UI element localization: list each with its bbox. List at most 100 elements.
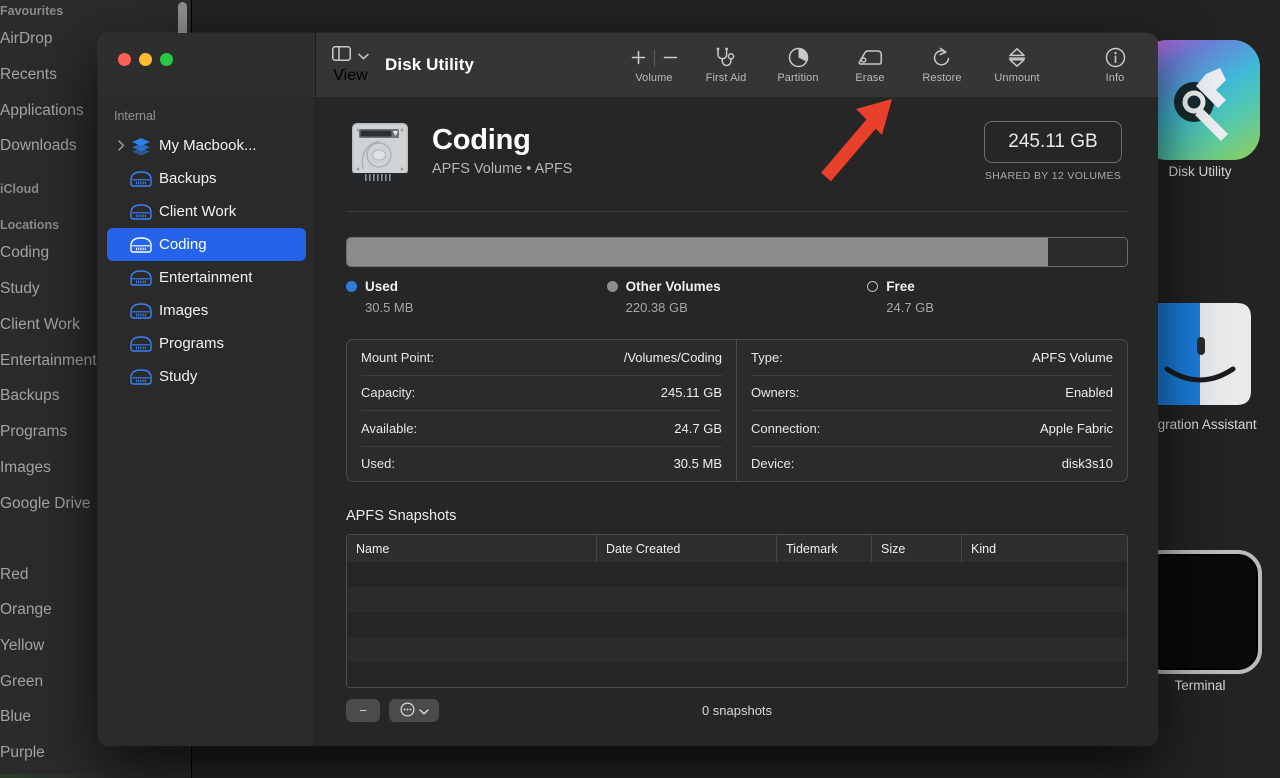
info-row-connection: Connection: Apple Fabric [751, 411, 1113, 447]
zoom-button[interactable] [160, 53, 173, 66]
info-key: Mount Point: [361, 349, 434, 365]
finder-section-favourites: Favourites [0, 4, 64, 18]
legend-item-used: Used 30.5 MB [346, 279, 607, 315]
finder-section-icloud: iCloud [0, 182, 39, 196]
info-row-available: Available: 24.7 GB [361, 411, 722, 447]
info-value: Apple Fabric [1040, 420, 1113, 436]
toolbar-button-first-aid[interactable]: First Aid [692, 47, 760, 84]
sidebar-item-label: Images [159, 302, 209, 319]
sidebar-item-my-macbook[interactable]: My Macbook... [107, 129, 306, 162]
sidebar-item-entertainment[interactable]: Entertainment [107, 261, 306, 294]
stethoscope-icon [715, 47, 737, 69]
sidebar-item-coding[interactable]: Coding [107, 228, 306, 261]
disk-utility-icon [1140, 40, 1260, 160]
info-row-type: Type: APFS Volume [751, 340, 1113, 376]
column-header-name[interactable]: Name [347, 535, 597, 562]
info-key: Owners: [751, 385, 800, 401]
pie-chart-icon [788, 47, 809, 69]
sidebar-item-study[interactable]: Study [107, 360, 306, 393]
minimize-button[interactable] [139, 53, 152, 66]
remove-snapshot-button[interactable]: − [346, 699, 380, 722]
snapshots-footer: − 0 snapshots [346, 699, 1128, 722]
table-row[interactable] [347, 562, 1127, 587]
legend-value: 24.7 GB [886, 300, 934, 315]
column-header-kind[interactable]: Kind [962, 535, 1127, 562]
info-value: Enabled [1065, 385, 1113, 401]
finder-section-locations: Locations [0, 218, 60, 232]
snapshots-table-header: Name Date Created Tidemark Size Kind [347, 535, 1127, 562]
toolbar-label-volume: Volume [635, 71, 673, 84]
volume-icon [128, 335, 154, 352]
screen: Favourites AirDrop Recents Applications … [0, 0, 1280, 778]
legend-value: 30.5 MB [365, 300, 414, 315]
legend-item-other-volumes: Other Volumes 220.38 GB [606, 279, 868, 315]
info-key: Available: [361, 420, 418, 436]
table-row[interactable] [347, 612, 1127, 637]
sidebar-item-programs[interactable]: Programs [107, 327, 306, 360]
table-row[interactable] [347, 637, 1127, 662]
add-volume-icon[interactable] [625, 47, 652, 69]
volume-icon [128, 302, 154, 319]
sidebar-item-backups[interactable]: Backups [107, 162, 306, 195]
toolbar-button-info[interactable]: Info [1084, 47, 1146, 84]
finder-face-icon [1141, 295, 1259, 413]
info-value: disk3s10 [1061, 456, 1113, 472]
chevron-right-icon[interactable] [114, 140, 128, 151]
snapshot-actions-menu-button[interactable] [389, 699, 439, 722]
table-row[interactable] [347, 662, 1127, 687]
toolbar-button-restore[interactable]: Restore [908, 47, 976, 84]
finder-tag-purple[interactable]: Purple [0, 744, 180, 762]
info-value: /Volumes/Coding [623, 349, 722, 365]
sidebar-item-label: Study [159, 368, 198, 385]
chevron-down-icon[interactable] [358, 47, 369, 65]
volume-name: Coding [432, 123, 531, 156]
toolbar-right-region: View Disk Utility Volume First Aid Parti… [315, 33, 1158, 97]
legend-value: 220.38 GB [625, 300, 688, 315]
stack-disk-icon [128, 137, 154, 155]
info-row-capacity: Capacity: 245.11 GB [361, 376, 722, 411]
sidebar-item-client-work[interactable]: Client Work [107, 195, 306, 228]
toolbar-button-erase[interactable]: Erase [836, 47, 904, 84]
volume-icon [128, 269, 154, 286]
info-row-owners: Owners: Enabled [751, 376, 1113, 411]
sidebar-item-label: Backups [159, 170, 217, 187]
toolbar-button-unmount[interactable]: Unmount [980, 47, 1054, 84]
toolbar-label-first-aid: First Aid [705, 71, 747, 84]
sidebar-item-label: Client Work [159, 203, 237, 220]
legend-swatch-used [346, 281, 357, 292]
info-row-used: Used: 30.5 MB [361, 447, 722, 482]
volume-icon [128, 236, 154, 253]
volume-info-column-right: Type: APFS Volume Owners: Enabled Connec… [737, 340, 1127, 481]
restore-arrow-icon [932, 47, 952, 69]
usage-legend: Used 30.5 MB Other Volumes 220.38 GB Fre… [346, 279, 1128, 315]
erase-disk-icon [857, 47, 883, 69]
hard-drive-icon [346, 119, 414, 183]
view-control-group[interactable]: View [332, 45, 369, 85]
remove-volume-icon[interactable] [657, 47, 684, 69]
window-toolbar: View Disk Utility Volume First Aid Parti… [98, 33, 1158, 97]
info-row-mount-point: Mount Point: /Volumes/Coding [361, 340, 722, 376]
legend-label: Used [365, 279, 399, 294]
disk-utility-window: View Disk Utility Volume First Aid Parti… [98, 33, 1158, 746]
column-header-tidemark[interactable]: Tidemark [777, 535, 872, 562]
info-key: Capacity: [361, 385, 416, 401]
toolbar-button-partition[interactable]: Partition [764, 47, 832, 84]
sidebar-item-images[interactable]: Images [107, 294, 306, 327]
info-circle-icon [1105, 47, 1126, 69]
toolbar-label-unmount: Unmount [994, 71, 1040, 84]
volume-icon [128, 170, 154, 187]
sidebar-toggle-icon[interactable] [332, 46, 351, 66]
legend-swatch-free [867, 281, 879, 292]
volume-info-card: Mount Point: /Volumes/Coding Capacity: 2… [346, 339, 1128, 482]
toolbar-button-volume[interactable]: Volume [620, 47, 688, 84]
column-header-date-created[interactable]: Date Created [597, 535, 777, 562]
window-title: Disk Utility [385, 55, 475, 74]
volume-icon [128, 203, 154, 220]
volume-detail-pane: Coding APFS Volume • APFS 245.11 GB SHAR… [315, 97, 1158, 746]
info-key: Used: [361, 456, 395, 472]
close-button[interactable] [118, 53, 131, 66]
table-row[interactable] [347, 587, 1127, 612]
chevron-down-icon [418, 703, 429, 718]
column-header-size[interactable]: Size [872, 535, 962, 562]
toolbar-label-info: Info [1105, 71, 1125, 84]
